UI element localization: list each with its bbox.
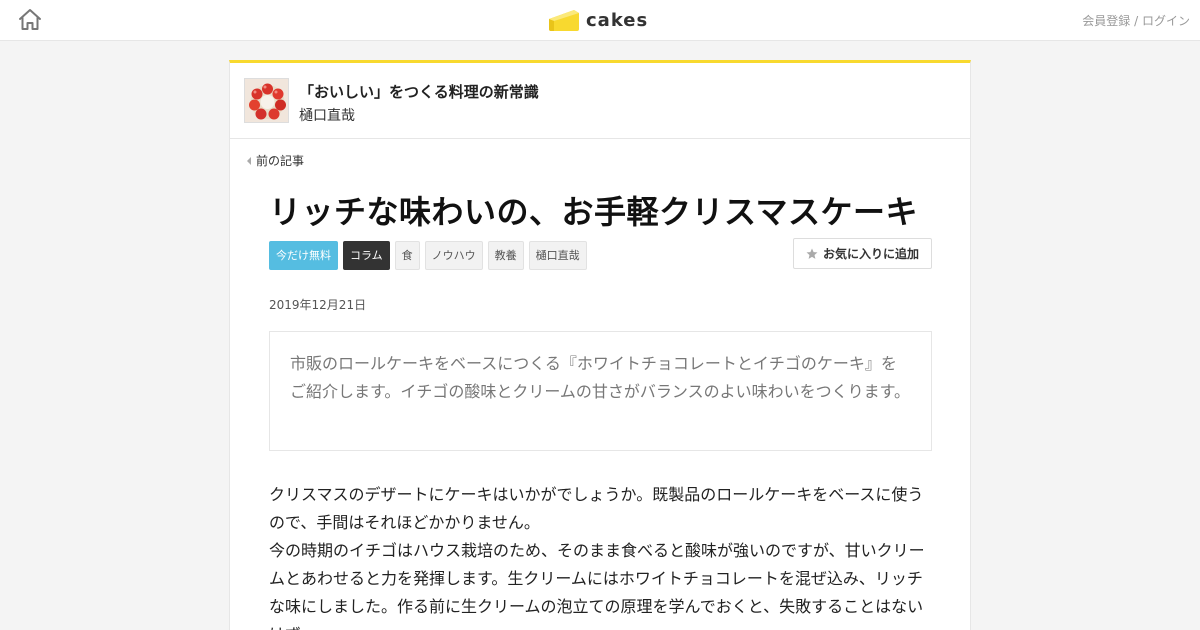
add-favorite-label: お気に入りに追加 [822, 247, 919, 261]
tag-list: 今だけ無料 コラム 食 ノウハウ 教養 樋口直哉 [269, 241, 587, 270]
article-lead: 市販のロールケーキをベースにつくる『ホワイトチョコレートとイチゴのケーキ』をご紹… [269, 331, 932, 451]
series-title[interactable]: 「おいしい」をつくる料理の新常識 [299, 81, 539, 102]
article-body: クリスマスのデザートにケーキはいかがでしょうか。既製品のロールケーキをベースに使… [269, 481, 932, 630]
add-favorite-button[interactable]: お気に入りに追加 [793, 238, 932, 269]
publish-date: 2019年12月21日 [269, 298, 367, 312]
tag-culture[interactable]: 教養 [487, 241, 524, 270]
tag-food[interactable]: 食 [394, 241, 420, 270]
auth-separator: / [1130, 14, 1142, 28]
tag-author[interactable]: 樋口直哉 [528, 241, 587, 270]
series-header[interactable]: 「おいしい」をつくる料理の新常識 樋口直哉 [230, 63, 970, 139]
body-paragraph: クリスマスのデザートにケーキはいかがでしょうか。既製品のロールケーキをベースに使… [269, 485, 924, 532]
series-thumbnail [244, 78, 289, 123]
series-author[interactable]: 樋口直哉 [299, 105, 355, 125]
previous-article-label: 前の記事 [256, 154, 305, 168]
tag-free[interactable]: 今だけ無料 [269, 241, 338, 270]
register-link[interactable]: 会員登録 [1082, 14, 1130, 28]
logo-text: cakes [586, 9, 649, 31]
tag-column[interactable]: コラム [343, 241, 390, 270]
star-icon [806, 248, 818, 259]
body-paragraph: 今の時期のイチゴはハウス栽培のため、そのまま食べると酸味が強いのですが、甘いクリ… [269, 541, 925, 630]
article-title: リッチな味わいの、お手軽クリスマスケーキ [269, 193, 919, 231]
strawberry-cake-image [245, 79, 288, 122]
top-bar: cakes 会員登録 / ログイン [0, 0, 1200, 41]
cakes-logo[interactable]: cakes [548, 6, 648, 34]
cake-slice-icon [549, 10, 579, 31]
tag-knowhow[interactable]: ノウハウ [424, 241, 483, 270]
login-link[interactable]: ログイン [1142, 14, 1190, 28]
chevron-left-icon [247, 156, 251, 165]
previous-article-link[interactable]: 前の記事 [246, 152, 304, 169]
home-icon[interactable] [18, 8, 42, 31]
auth-links: 会員登録 / ログイン [1082, 12, 1190, 29]
article-card: 「おいしい」をつくる料理の新常識 樋口直哉 前の記事 リッチな味わいの、お手軽ク… [229, 60, 971, 630]
